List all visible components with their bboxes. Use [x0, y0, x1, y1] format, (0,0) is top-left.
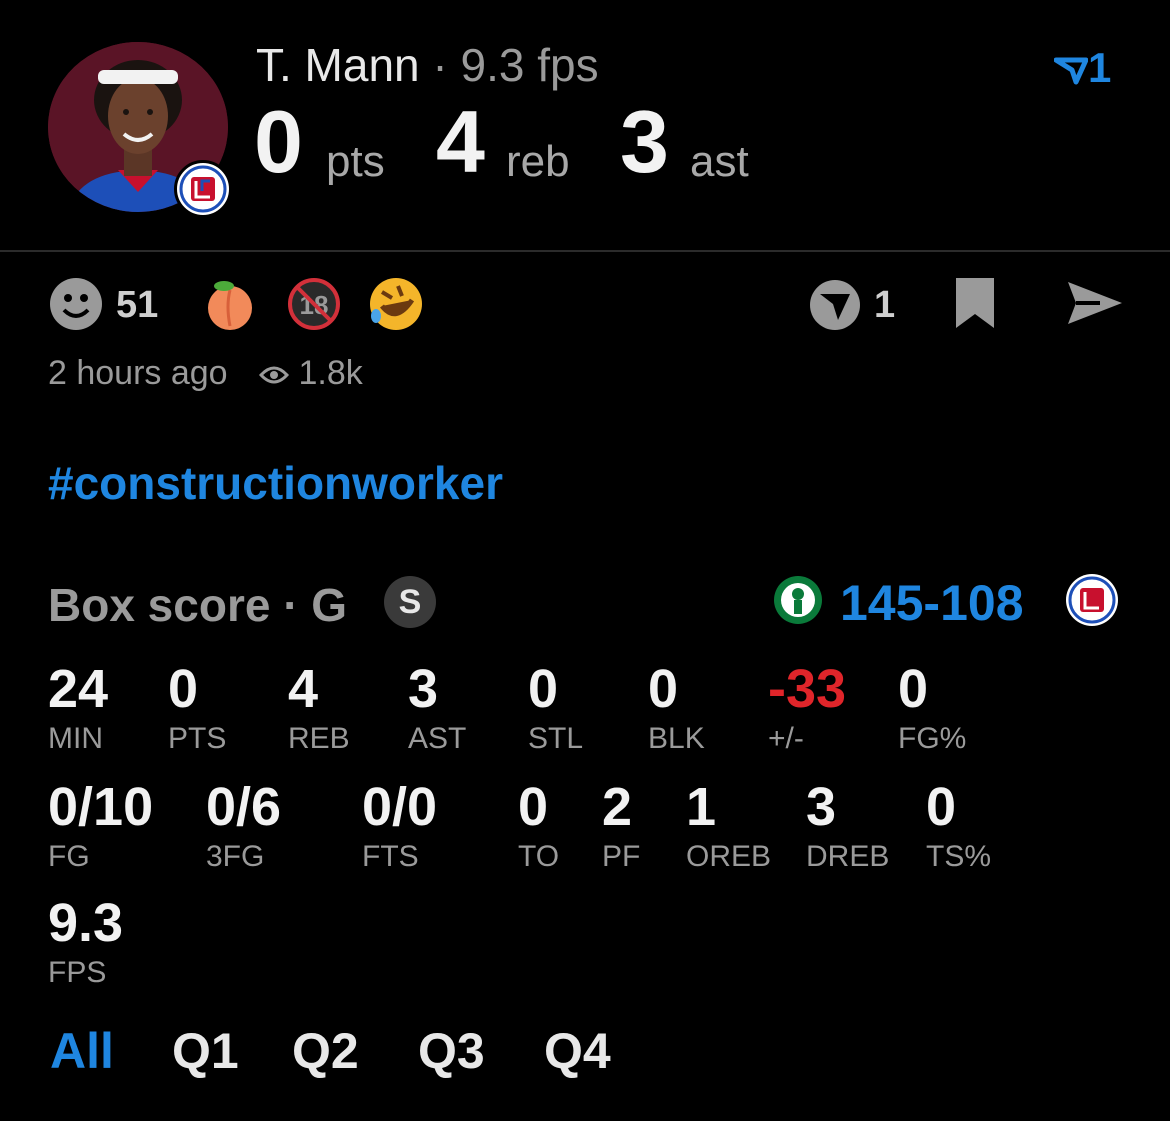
game-score[interactable]: 145-108 [840, 574, 1024, 632]
headline-pts-unit: pts [326, 137, 385, 186]
stat-to-value: 0 [518, 777, 549, 837]
stat-to-label: TO [518, 840, 560, 873]
clippers-logo-small-icon [1064, 572, 1120, 633]
clippers-logo-icon [174, 160, 232, 218]
player-title[interactable]: T. Mann · 9.3 fps [256, 38, 599, 92]
headline-reb-unit: reb [506, 137, 570, 186]
stat-ast-value: 3 [408, 659, 439, 719]
headline-ast-unit: ast [690, 137, 749, 186]
stat-pf-label: PF [602, 840, 641, 873]
stat-ts-pct-value: 0 [926, 777, 957, 837]
stat-reb-label: REB [288, 722, 350, 755]
view-count: 1.8k [298, 354, 363, 392]
share-button[interactable] [1066, 280, 1124, 331]
rofl-reaction-button[interactable] [368, 276, 424, 337]
time-ago: 2 hours ago [48, 354, 228, 392]
no-under-18-reaction-button[interactable]: 18 [286, 276, 342, 337]
vote-arrow-icon [1053, 57, 1089, 85]
bookmark-button[interactable] [952, 276, 998, 335]
post-meta: 2 hours ago 1.8k [48, 354, 363, 393]
stat-stl-value: 0 [528, 659, 559, 719]
rofl-icon [370, 278, 422, 330]
stat-ts-pct-label: TS% [926, 840, 992, 873]
stat-pts-label: PTS [168, 722, 227, 755]
player-name[interactable]: T. Mann [256, 39, 420, 91]
headline-ast-value: 3 [620, 92, 669, 191]
stat-stl-label: STL [528, 722, 584, 755]
smile-reaction-count: 51 [116, 284, 159, 326]
no-under-18-icon: 18 [288, 278, 340, 330]
stat-fg-label: FG [48, 840, 90, 873]
stat-plus-minus-value: -33 [768, 659, 847, 719]
hashtag-link[interactable]: #constructionworker [48, 456, 503, 510]
vote-count: 1 [874, 284, 896, 326]
top-vote-indicator[interactable]: 1 [1053, 44, 1112, 92]
stat-fps-value: 9.3 [48, 893, 124, 953]
stat-dreb-label: DREB [806, 840, 890, 873]
player-fps: 9.3 fps [460, 39, 599, 91]
stat-blk-value: 0 [648, 659, 679, 719]
stat-reb-value: 4 [288, 659, 319, 719]
stat-pts-value: 0 [168, 659, 199, 719]
stat-fts-value: 0/0 [362, 777, 438, 837]
tab-q3[interactable]: Q3 [418, 1026, 485, 1076]
stat-oreb-value: 1 [686, 777, 717, 837]
stat-fg-pct-value: 0 [898, 659, 929, 719]
headline-reb-value: 4 [436, 92, 485, 191]
stat-fts-label: FTS [362, 840, 419, 873]
stat-fg-pct-label: FG% [898, 722, 967, 755]
smile-icon [50, 278, 102, 330]
peach-reaction-button[interactable] [202, 276, 258, 337]
vote-logo-icon [810, 280, 860, 330]
title-separator: · [432, 39, 448, 91]
starter-badge: S [384, 576, 436, 628]
tab-q4[interactable]: Q4 [544, 1026, 611, 1076]
stat-pf-value: 2 [602, 777, 633, 837]
stat-ast-label: AST [408, 722, 467, 755]
header-divider [0, 250, 1170, 252]
send-icon [1068, 282, 1122, 324]
stat-3fg-label: 3FG [206, 840, 265, 873]
stat-min-label: MIN [48, 722, 103, 755]
tab-q1[interactable]: Q1 [172, 1026, 239, 1076]
stat-plus-minus-label: +/- [768, 722, 804, 755]
stat-oreb-label: OREB [686, 840, 772, 873]
tab-q2[interactable]: Q2 [292, 1026, 359, 1076]
vote-button[interactable] [808, 278, 862, 337]
peach-icon [208, 281, 252, 330]
bookmark-icon [956, 278, 994, 328]
stat-blk-label: BLK [648, 722, 705, 755]
top-vote-count: 1 [1088, 44, 1112, 91]
stat-min-value: 24 [48, 659, 109, 719]
celtics-logo-icon [772, 572, 824, 633]
stat-fg-value: 0/10 [48, 777, 154, 837]
stat-fps-label: FPS [48, 956, 107, 989]
headline-pts-value: 0 [254, 92, 303, 191]
stat-3fg-value: 0/6 [206, 777, 282, 837]
eye-icon [258, 366, 290, 384]
box-score-title: Box score · G [48, 579, 348, 631]
stat-dreb-value: 3 [806, 777, 837, 837]
tab-all[interactable]: All [50, 1026, 114, 1076]
smile-reaction-button[interactable] [48, 276, 104, 337]
